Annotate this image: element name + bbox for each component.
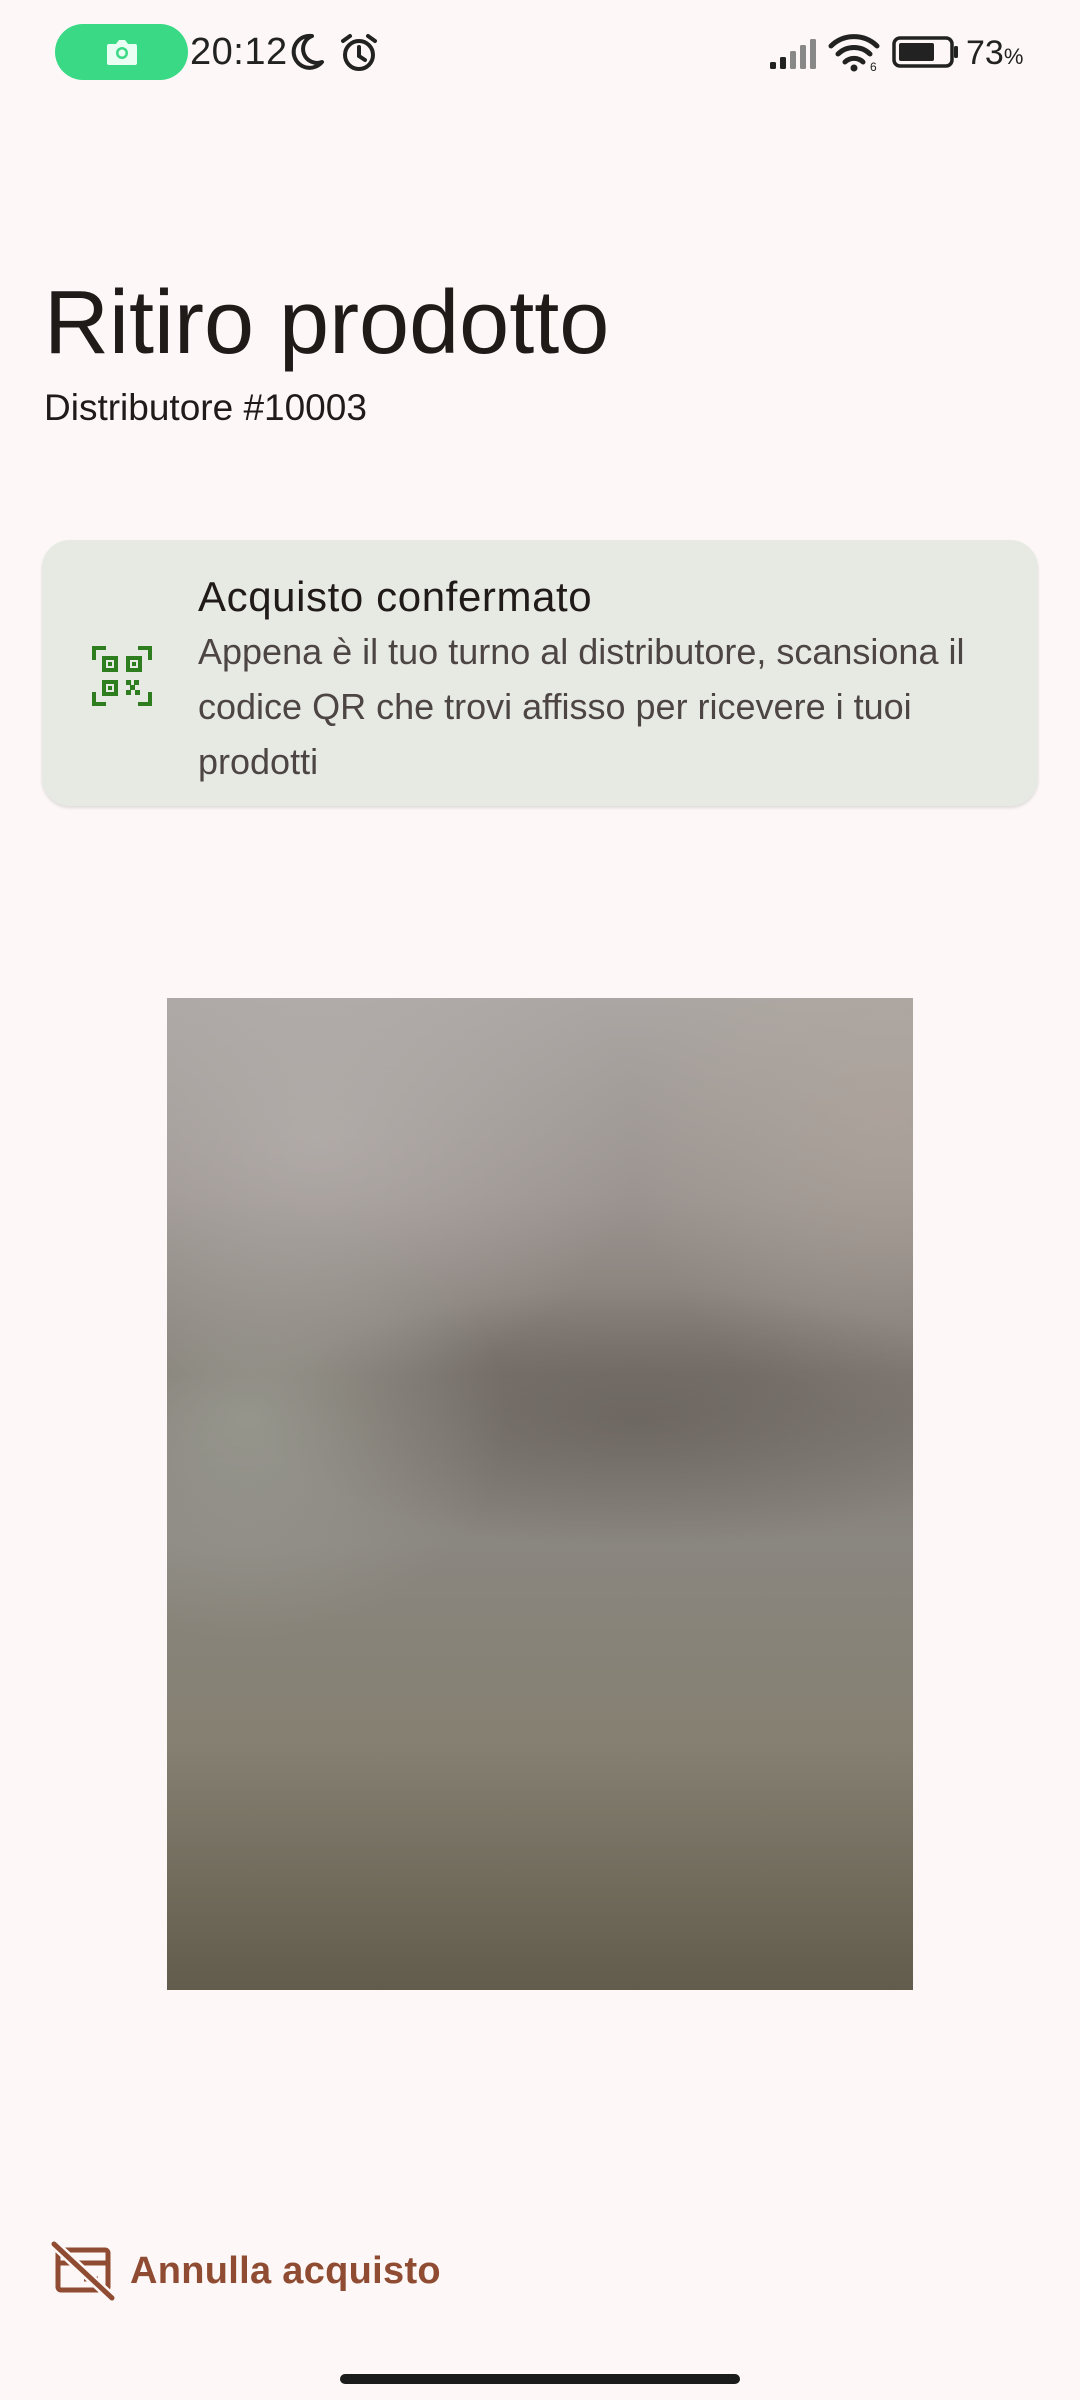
page-title: Ritiro prodotto [44,273,610,373]
card-title: Acquisto confermato [198,573,593,620]
qr-code-scanner-icon [92,646,152,706]
wifi-icon: 6 [828,34,880,72]
status-bar: 20:12 6 73% [0,0,1080,104]
cancel-purchase-button[interactable]: Annulla acquisto [50,2236,441,2306]
status-time: 20:12 [190,31,288,73]
purchase-confirmed-card: Acquisto confermato Appena è il tuo turn… [42,540,1038,806]
svg-text:6: 6 [870,60,877,72]
gesture-navigation-bar[interactable] [340,2374,740,2384]
alarm-icon [341,34,377,71]
camera-in-use-indicator[interactable] [55,24,188,80]
camera-preview[interactable] [167,998,913,1990]
moon-icon [291,33,324,70]
signal-icon [770,39,816,69]
page-subtitle: Distributore #10003 [44,387,367,428]
card-off-icon [50,2239,116,2303]
battery-percentage: 73% [966,34,1024,72]
cancel-purchase-label: Annulla acquisto [130,2249,441,2292]
screen: 20:12 6 73% Ritiro prodotto Distributore… [0,0,1080,2400]
card-body: Appena è il tuo turno al distributore, s… [198,631,965,782]
camera-icon [106,40,137,65]
battery-icon [892,36,958,68]
